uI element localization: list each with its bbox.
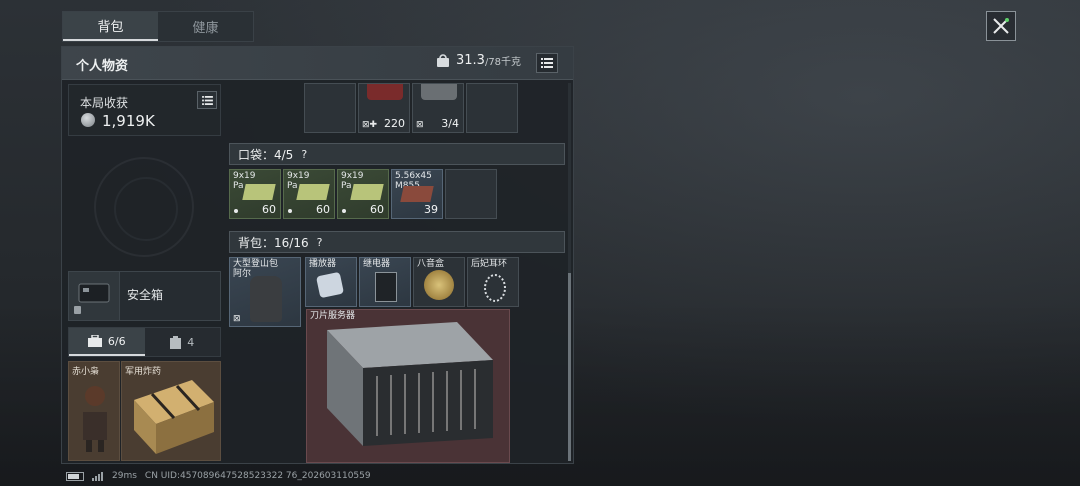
music-box-icon: [424, 270, 454, 300]
safebox-icon: [69, 272, 120, 320]
dot-icon: [288, 209, 292, 213]
panel-list-button[interactable]: [536, 53, 558, 73]
main-tabs: 背包 健康: [62, 11, 254, 42]
backpack-item-relay[interactable]: 继电器: [359, 257, 411, 307]
pocket-header: 口袋：4/5 ?: [229, 143, 565, 165]
pocket-item-ammo[interactable]: 9x19 Pa 60: [337, 169, 389, 219]
sort-tools-button[interactable]: [986, 11, 1016, 41]
backpack-item-player[interactable]: 播放器: [305, 257, 357, 307]
list-icon: [201, 95, 213, 105]
subtab-briefcase[interactable]: 6/6: [69, 328, 145, 356]
weight-value: 31.3: [456, 53, 485, 68]
ammo-box-icon: [350, 184, 384, 200]
figurine-icon: [83, 386, 107, 452]
item-name: 继电器: [363, 259, 391, 269]
item-count: 60: [316, 203, 330, 216]
panel-title: 个人物资: [76, 59, 129, 74]
backpack-icon: [250, 276, 282, 322]
item-medkit[interactable]: ⊠✚ 220: [358, 83, 410, 133]
item-first-aid[interactable]: ⊠ 3/4: [412, 83, 464, 133]
harvest-value: 1,919K: [102, 112, 155, 130]
round-harvest: 本局收获 1,919K: [68, 84, 221, 136]
explosive-crate-icon: [134, 380, 214, 454]
backpack-item-earring[interactable]: 后妃耳环: [467, 257, 519, 307]
item-count: 60: [262, 203, 276, 216]
weight-icon: [437, 54, 449, 67]
item-name: 播放器: [309, 259, 337, 269]
backpack-label: 背包：16/16: [238, 235, 309, 250]
tab-backpack[interactable]: 背包: [63, 12, 158, 41]
dot-icon: [342, 209, 346, 213]
blade-server-icon: [327, 322, 493, 446]
ammo-box-icon: [400, 186, 434, 202]
backpack-header: 背包：16/16 ?: [229, 231, 565, 253]
empty-cell[interactable]: [466, 83, 518, 133]
faction-emblem-watermark: [94, 157, 194, 257]
backpack-item-blade-server[interactable]: 刀片服务器: [306, 309, 510, 463]
crossed-tools-icon: [993, 18, 1009, 34]
signal-icon: [92, 471, 103, 481]
weight-indicator: 31.3/78千克: [436, 53, 521, 68]
media-player-icon: [315, 271, 345, 299]
item-name: 后妃耳环: [471, 259, 508, 269]
safebox-slot[interactable]: 安全箱: [68, 271, 221, 321]
item-count: 60: [370, 203, 384, 216]
status-footer: 29ms CN UID:457089647528523322 76_202603…: [66, 471, 371, 481]
item-count: 39: [424, 203, 438, 216]
item-count: 3/4: [441, 117, 459, 130]
inventory-scrollbar[interactable]: [568, 83, 571, 461]
battery-icon: [66, 471, 84, 481]
container-subtabs: 6/6 4: [68, 327, 221, 357]
panel-header: 个人物资 31.3/78千克: [62, 47, 573, 80]
safebox-label: 安全箱: [127, 288, 164, 302]
list-icon: [541, 58, 553, 68]
ammo-box-icon: [242, 184, 276, 200]
relay-icon: [375, 272, 397, 302]
pocket-item-ammo[interactable]: 9x19 Pa 60: [229, 169, 281, 219]
coin-icon: [81, 113, 95, 127]
item-count: 220: [384, 117, 405, 130]
pocket-item-ammo[interactable]: 9x19 Pa 60: [283, 169, 335, 219]
ammo-box-icon: [296, 184, 330, 200]
pocket-label: 口袋：4/5: [238, 147, 294, 162]
weight-max: /78千克: [484, 57, 522, 68]
empty-cell[interactable]: [445, 169, 497, 219]
no-loot-icon: ⊠: [416, 120, 424, 130]
tab-health[interactable]: 健康: [158, 12, 253, 41]
harvest-list-button[interactable]: [197, 91, 217, 109]
no-loot-icon: ⊠: [233, 314, 241, 324]
equip-slot-figurine[interactable]: 赤小枭: [68, 361, 120, 461]
uid-text: CN UID:457089647528523322 76_20260311055…: [144, 471, 371, 481]
briefcase-icon: [87, 335, 102, 347]
inventory-panel: 个人物资 31.3/78千克 本局收获 1,919K 安全箱 6/6 4 赤小枭…: [61, 46, 574, 464]
scrollbar-thumb[interactable]: [568, 273, 571, 461]
pocket-help-icon[interactable]: ?: [301, 148, 307, 161]
backpack-item-hiking-bag[interactable]: 大型登山包 阿尔 ⊠: [229, 257, 301, 327]
harvest-label: 本局收获: [80, 96, 129, 110]
heal-plus-icon: ⊠✚: [362, 120, 378, 130]
subtab-briefcase-label: 6/6: [107, 334, 126, 348]
medkit-icon: [367, 84, 403, 100]
dot-icon: [234, 209, 238, 213]
equip-slot-explosive[interactable]: 军用炸药: [121, 361, 221, 461]
pocket-item-ammo[interactable]: 5.56x45M855 39: [391, 169, 443, 219]
first-aid-icon: [421, 84, 457, 100]
subtab-clipboard[interactable]: 4: [145, 328, 221, 356]
backpack-item-music-box[interactable]: 八音盒: [413, 257, 465, 307]
clipboard-icon: [170, 335, 182, 349]
ping-value: 29ms: [112, 471, 137, 481]
subtab-clipboard-label: 4: [187, 335, 195, 349]
empty-cell[interactable]: [304, 83, 356, 133]
backpack-help-icon[interactable]: ?: [317, 236, 323, 249]
item-name: 八音盒: [417, 259, 445, 269]
earring-icon: [484, 274, 506, 302]
